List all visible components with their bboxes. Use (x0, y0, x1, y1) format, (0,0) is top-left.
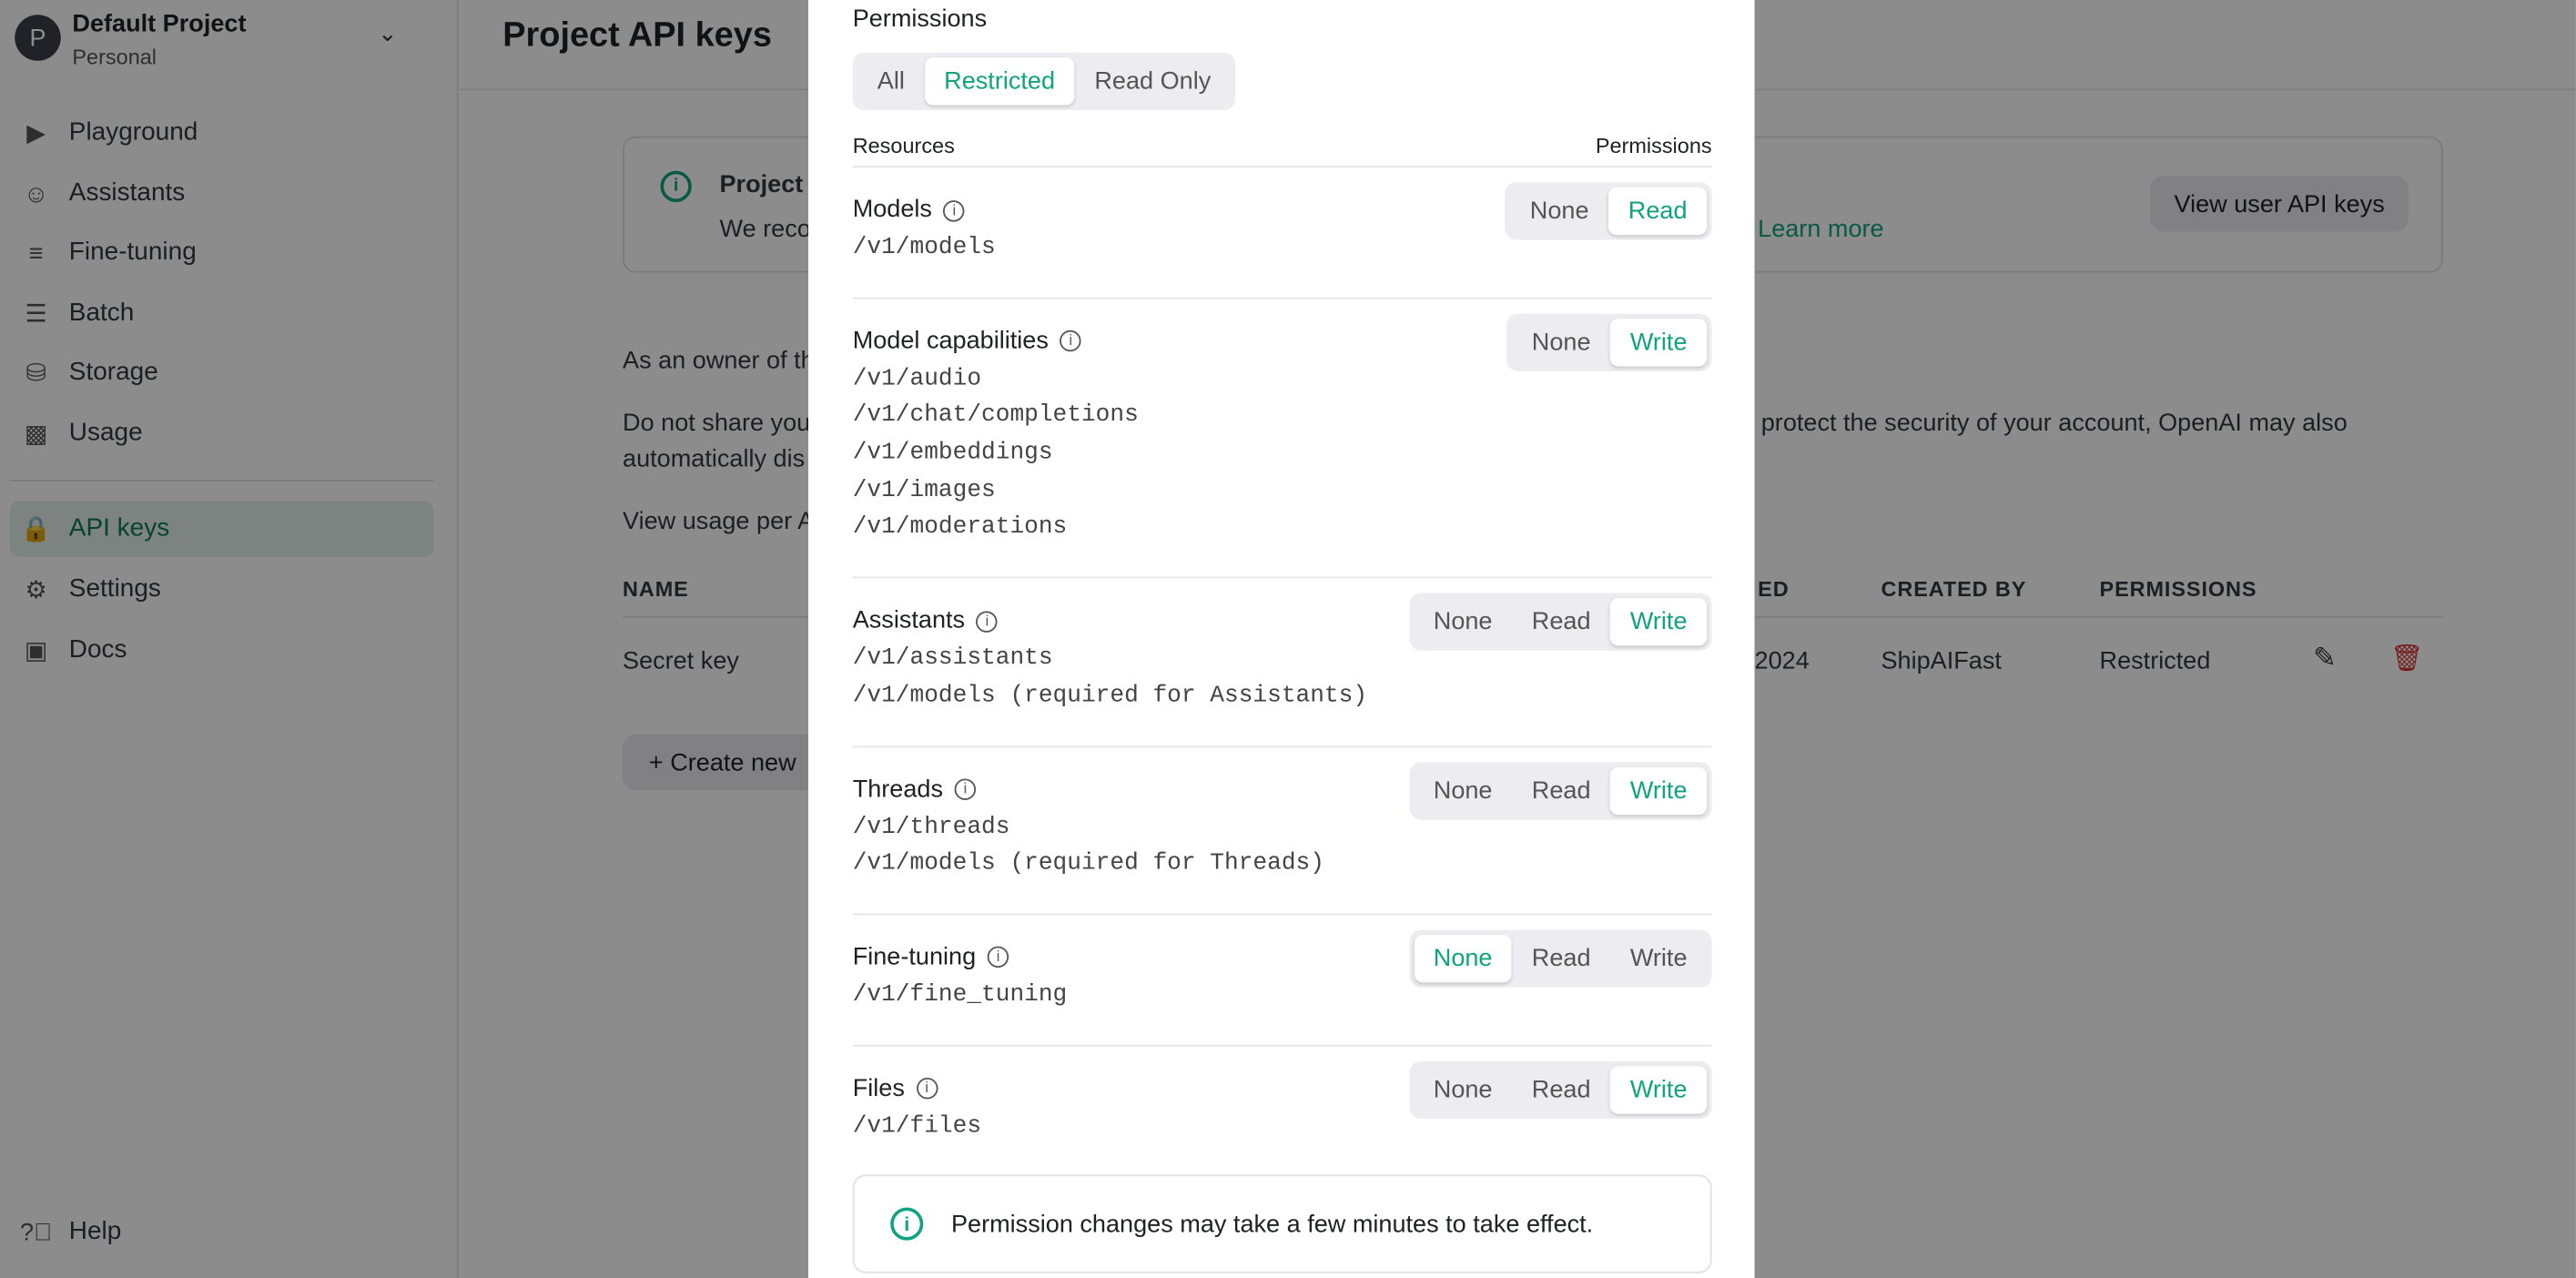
notice-text: Permission changes may take a few minute… (950, 1210, 1594, 1239)
permissions-label: Permissions (852, 5, 988, 34)
option-write[interactable]: Write (1610, 318, 1708, 366)
option-none[interactable]: None (1414, 934, 1513, 983)
resource-row-models: Models i/v1/models None Read (852, 166, 1712, 297)
option-write[interactable]: Write (1610, 766, 1708, 815)
permission-toggle: None Read Write (1408, 761, 1712, 819)
info-icon[interactable]: i (1060, 330, 1081, 352)
endpoint: /v1/models (required for Threads) (852, 851, 1324, 878)
edit-key-modal: Permissions All Restricted Read Only Resou… (807, 0, 1755, 1278)
resource-name: Assistants (852, 606, 966, 634)
info-icon[interactable]: i (987, 947, 1009, 969)
option-read[interactable]: Read (1512, 935, 1610, 982)
resource-row-threads: Threads i/v1/threads/v1/models (required … (852, 745, 1712, 913)
info-icon[interactable]: i (954, 778, 977, 800)
permission-toggle: None Read Write (1408, 593, 1712, 651)
resource-row-model-capabilities: Model capabilities i/v1/audio/v1/chat/com… (852, 297, 1712, 577)
permission-toggle: None Write (1506, 313, 1712, 371)
mode-option-all[interactable]: All (857, 57, 924, 105)
info-icon[interactable]: i (943, 199, 966, 221)
endpoint: /v1/embeddings (852, 440, 1053, 467)
option-none[interactable]: None (1414, 598, 1512, 645)
resource-name: Threads (852, 774, 944, 803)
option-read[interactable]: Read (1608, 187, 1708, 236)
endpoint: /v1/models (required for Assistants) (852, 683, 1368, 710)
permission-toggle: None Read Write (1408, 929, 1712, 988)
option-none[interactable]: None (1512, 319, 1610, 366)
endpoint: /v1/images (852, 477, 996, 504)
option-read[interactable]: Read (1512, 766, 1610, 814)
permissions-header: Permissions (1595, 133, 1712, 158)
permission-notice: i Permission changes may take a few minu… (852, 1174, 1712, 1274)
info-icon[interactable]: i (916, 1078, 938, 1100)
option-read[interactable]: Read (1512, 598, 1610, 645)
resources-header: Resources (852, 133, 955, 158)
mode-option-restricted[interactable]: Restricted (924, 57, 1075, 106)
option-none[interactable]: None (1414, 1066, 1512, 1113)
option-read[interactable]: Read (1512, 1066, 1610, 1113)
option-write[interactable]: Write (1610, 598, 1708, 646)
resource-row-fine-tuning: Fine-tuning i/v1/fine_tuning None Read Write (852, 913, 1712, 1044)
endpoint: /v1/chat/completions (852, 402, 1139, 430)
resource-name: Models (852, 195, 932, 224)
resource-name: Model capabilities (852, 326, 1049, 355)
permission-toggle: None Read (1505, 182, 1712, 240)
resource-row-assistants: Assistants i/v1/assistants/v1/models (req… (852, 576, 1712, 746)
option-write[interactable]: Write (1610, 1065, 1708, 1113)
option-write[interactable]: Write (1610, 935, 1707, 982)
info-icon[interactable]: i (976, 610, 999, 633)
endpoint: /v1/moderations (852, 514, 1068, 542)
resource-name: Fine-tuning (852, 942, 977, 971)
mode-option-read-only[interactable]: Read Only (1075, 57, 1231, 105)
permission-toggle: None Read Write (1408, 1060, 1712, 1119)
permission-mode-toggle: All Restricted Read Only (852, 52, 1236, 110)
resource-row-files: Files i/v1/files None Read Write (852, 1044, 1712, 1175)
option-none[interactable]: None (1510, 188, 1608, 235)
info-icon: i (890, 1207, 924, 1242)
resource-name: Files (852, 1073, 905, 1102)
option-none[interactable]: None (1414, 766, 1512, 814)
